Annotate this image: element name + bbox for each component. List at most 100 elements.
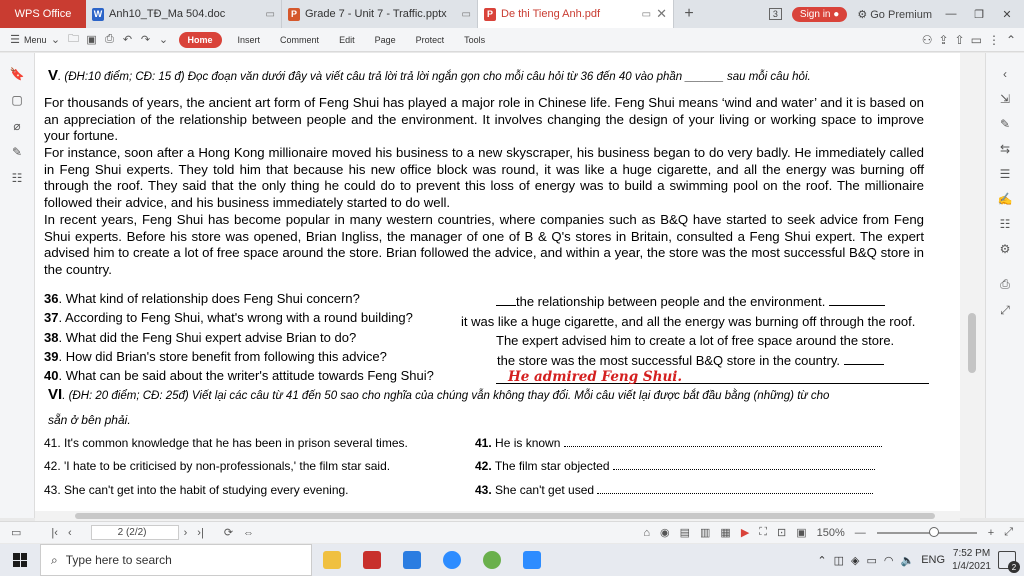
share-user-icon[interactable]: ⚇ xyxy=(922,33,933,47)
browser-icon[interactable] xyxy=(472,544,512,576)
customize-icon[interactable]: ⌄ xyxy=(155,33,173,46)
save-icon[interactable]: ▣ xyxy=(83,33,101,46)
close-window-icon[interactable]: ✕ xyxy=(998,8,1016,21)
settings-icon[interactable]: ⚙ xyxy=(1000,242,1011,256)
rotate-icon[interactable]: ⟳ xyxy=(219,526,238,539)
tray-meet-icon[interactable]: ◈ xyxy=(851,554,859,567)
redo-icon[interactable]: ↷ xyxy=(137,33,155,46)
wifi-icon[interactable]: ◠ xyxy=(884,554,894,567)
file-explorer-icon[interactable] xyxy=(312,544,352,576)
tab-tools[interactable]: Tools xyxy=(454,35,495,45)
rewrite-42-prompt[interactable]: 42. The film star objected xyxy=(475,459,875,473)
tab-home[interactable]: Home xyxy=(178,31,222,48)
attachment-icon[interactable]: ⌀ xyxy=(13,119,20,133)
bookmark-icon[interactable]: 🔖 xyxy=(10,67,25,81)
print-icon[interactable]: ⎙ xyxy=(1000,277,1010,292)
last-page-icon[interactable]: ›| xyxy=(192,527,209,539)
language-indicator[interactable]: ENG xyxy=(921,554,945,566)
zoom-meeting-icon[interactable] xyxy=(512,544,552,576)
answer-36[interactable]: the relationship between people and the … xyxy=(496,294,885,309)
continuous-icon[interactable]: ▦ xyxy=(715,526,735,539)
document-viewport[interactable]: V. (ĐH:10 điểm; CĐ: 15 đ) Đọc đoạn văn d… xyxy=(35,53,960,511)
go-premium-button[interactable]: ⚙ Go Premium xyxy=(857,8,932,21)
taskbar-search-box[interactable]: ⌕ Type here to search xyxy=(40,544,312,576)
vertical-scrollbar[interactable] xyxy=(960,53,985,518)
new-tab-button[interactable]: + xyxy=(674,0,704,28)
play-icon[interactable]: ▶ xyxy=(736,526,754,539)
answer-40-handwritten[interactable]: He admired Feng Shui. xyxy=(508,369,682,385)
tab-edit[interactable]: Edit xyxy=(329,35,365,45)
rewrite-43-prompt[interactable]: 43. She can't get used xyxy=(475,483,874,497)
battery-icon[interactable]: ▭ xyxy=(867,554,877,567)
sign-icon[interactable]: ✎ xyxy=(12,145,22,159)
wps-writer-icon[interactable] xyxy=(392,544,432,576)
vertical-scroll-thumb[interactable] xyxy=(968,313,976,373)
undo-icon[interactable]: ↶ xyxy=(119,33,137,46)
fit-width-icon[interactable]: ⇔ xyxy=(238,527,259,539)
background-icon[interactable]: ⌂ xyxy=(638,527,655,539)
first-page-icon[interactable]: |‹ xyxy=(46,527,63,539)
tab-comment[interactable]: Comment xyxy=(270,35,329,45)
tab-protect[interactable]: Protect xyxy=(406,35,455,45)
app-icon-red[interactable] xyxy=(352,544,392,576)
clock[interactable]: 7:52 PM 1/4/2021 xyxy=(952,547,991,573)
edit-pdf-icon[interactable]: ✎ xyxy=(1000,117,1010,131)
restore-icon[interactable]: ❐ xyxy=(970,8,988,21)
page-number-input[interactable]: 2 (2/2) xyxy=(90,525,179,540)
tab-insert[interactable]: Insert xyxy=(228,35,271,45)
horizontal-scrollbar[interactable] xyxy=(35,511,960,521)
fullscreen-expand-icon[interactable]: ⤢ xyxy=(999,526,1018,539)
tab-pptx[interactable]: P Grade 7 - Unit 7 - Traffic.pptx ▭ xyxy=(282,0,478,28)
chevron-down-icon[interactable]: ⌄ xyxy=(47,33,65,46)
print-icon[interactable]: ⎙ xyxy=(101,33,119,46)
collapse-ribbon-icon[interactable]: ⌃ xyxy=(1006,33,1016,47)
upload-icon[interactable]: ⇧ xyxy=(955,33,965,47)
compare-icon[interactable]: ☷ xyxy=(1000,217,1011,231)
tab-screen-icon[interactable]: ▭ xyxy=(266,9,275,20)
zoom-level[interactable]: 150% xyxy=(812,527,850,539)
next-page-icon[interactable]: › xyxy=(179,527,193,539)
translate-icon[interactable]: ⤢ xyxy=(1000,303,1010,318)
answer-37[interactable]: it was like a huge cigarette, and all th… xyxy=(461,314,915,329)
more-icon[interactable]: ⋮ xyxy=(988,33,1000,47)
comment-icon[interactable]: ▭ xyxy=(971,33,982,47)
zoom-app-icon[interactable] xyxy=(432,544,472,576)
convert-icon[interactable]: ⇆ xyxy=(1000,142,1010,156)
export-pdf-icon[interactable]: ⇲ xyxy=(1000,92,1010,106)
sidebar-toggle-icon[interactable]: ▭ xyxy=(6,526,26,539)
close-tab-icon[interactable]: ✕ xyxy=(656,6,667,22)
prev-page-icon[interactable]: ‹ xyxy=(63,527,77,539)
rewrite-41-prompt[interactable]: 41. He is known xyxy=(475,436,882,450)
answer-39[interactable]: the store was the most successful B&Q st… xyxy=(497,353,884,368)
form-icon[interactable]: ☷ xyxy=(12,171,23,185)
zoom-out-icon[interactable]: — xyxy=(850,527,871,539)
zoom-in-icon[interactable]: + xyxy=(983,527,999,539)
eye-protection-icon[interactable]: ◉ xyxy=(655,526,675,539)
tray-app-icon[interactable]: ◫ xyxy=(834,554,844,567)
thumbnail-icon[interactable]: ▢ xyxy=(11,93,22,107)
start-button[interactable] xyxy=(0,553,40,567)
zoom-slider[interactable] xyxy=(876,526,977,537)
tab-screen-icon[interactable]: ▭ xyxy=(462,9,471,20)
notification-icon[interactable]: 2 xyxy=(998,551,1020,573)
answer-38[interactable]: The expert advised him to create a lot o… xyxy=(496,333,894,348)
window-count-badge[interactable]: 3 xyxy=(768,8,782,20)
tab-doc[interactable]: W Anh10_TĐ_Ma 504.doc ▭ xyxy=(86,0,282,28)
tab-pdf[interactable]: P De thi Tieng Anh.pdf ▭ ✕ xyxy=(478,0,674,28)
tray-chevron-icon[interactable]: ⌃ xyxy=(817,554,826,567)
open-folder-icon[interactable]: 🗀 xyxy=(65,30,83,49)
tab-screen-icon[interactable]: ▭ xyxy=(642,9,651,20)
wps-office-tab[interactable]: WPS Office xyxy=(0,0,86,28)
full-screen-icon[interactable]: ⛶ xyxy=(754,526,772,539)
signature-icon[interactable]: ✍ xyxy=(998,192,1013,206)
share-icon[interactable]: ⇪ xyxy=(938,33,948,47)
volume-icon[interactable]: 🔈 xyxy=(901,554,915,567)
fit-page-icon[interactable]: ⊡ xyxy=(772,526,791,539)
menu-button[interactable]: Menu xyxy=(24,35,47,45)
zoom-slider-knob[interactable] xyxy=(928,526,939,537)
reading-mode-icon[interactable]: ▣ xyxy=(791,526,811,539)
collapse-panel-icon[interactable]: ‹ xyxy=(1003,67,1007,81)
minimize-icon[interactable]: — xyxy=(942,8,960,20)
two-page-icon[interactable]: ▥ xyxy=(695,526,715,539)
horizontal-scroll-thumb[interactable] xyxy=(75,513,935,519)
